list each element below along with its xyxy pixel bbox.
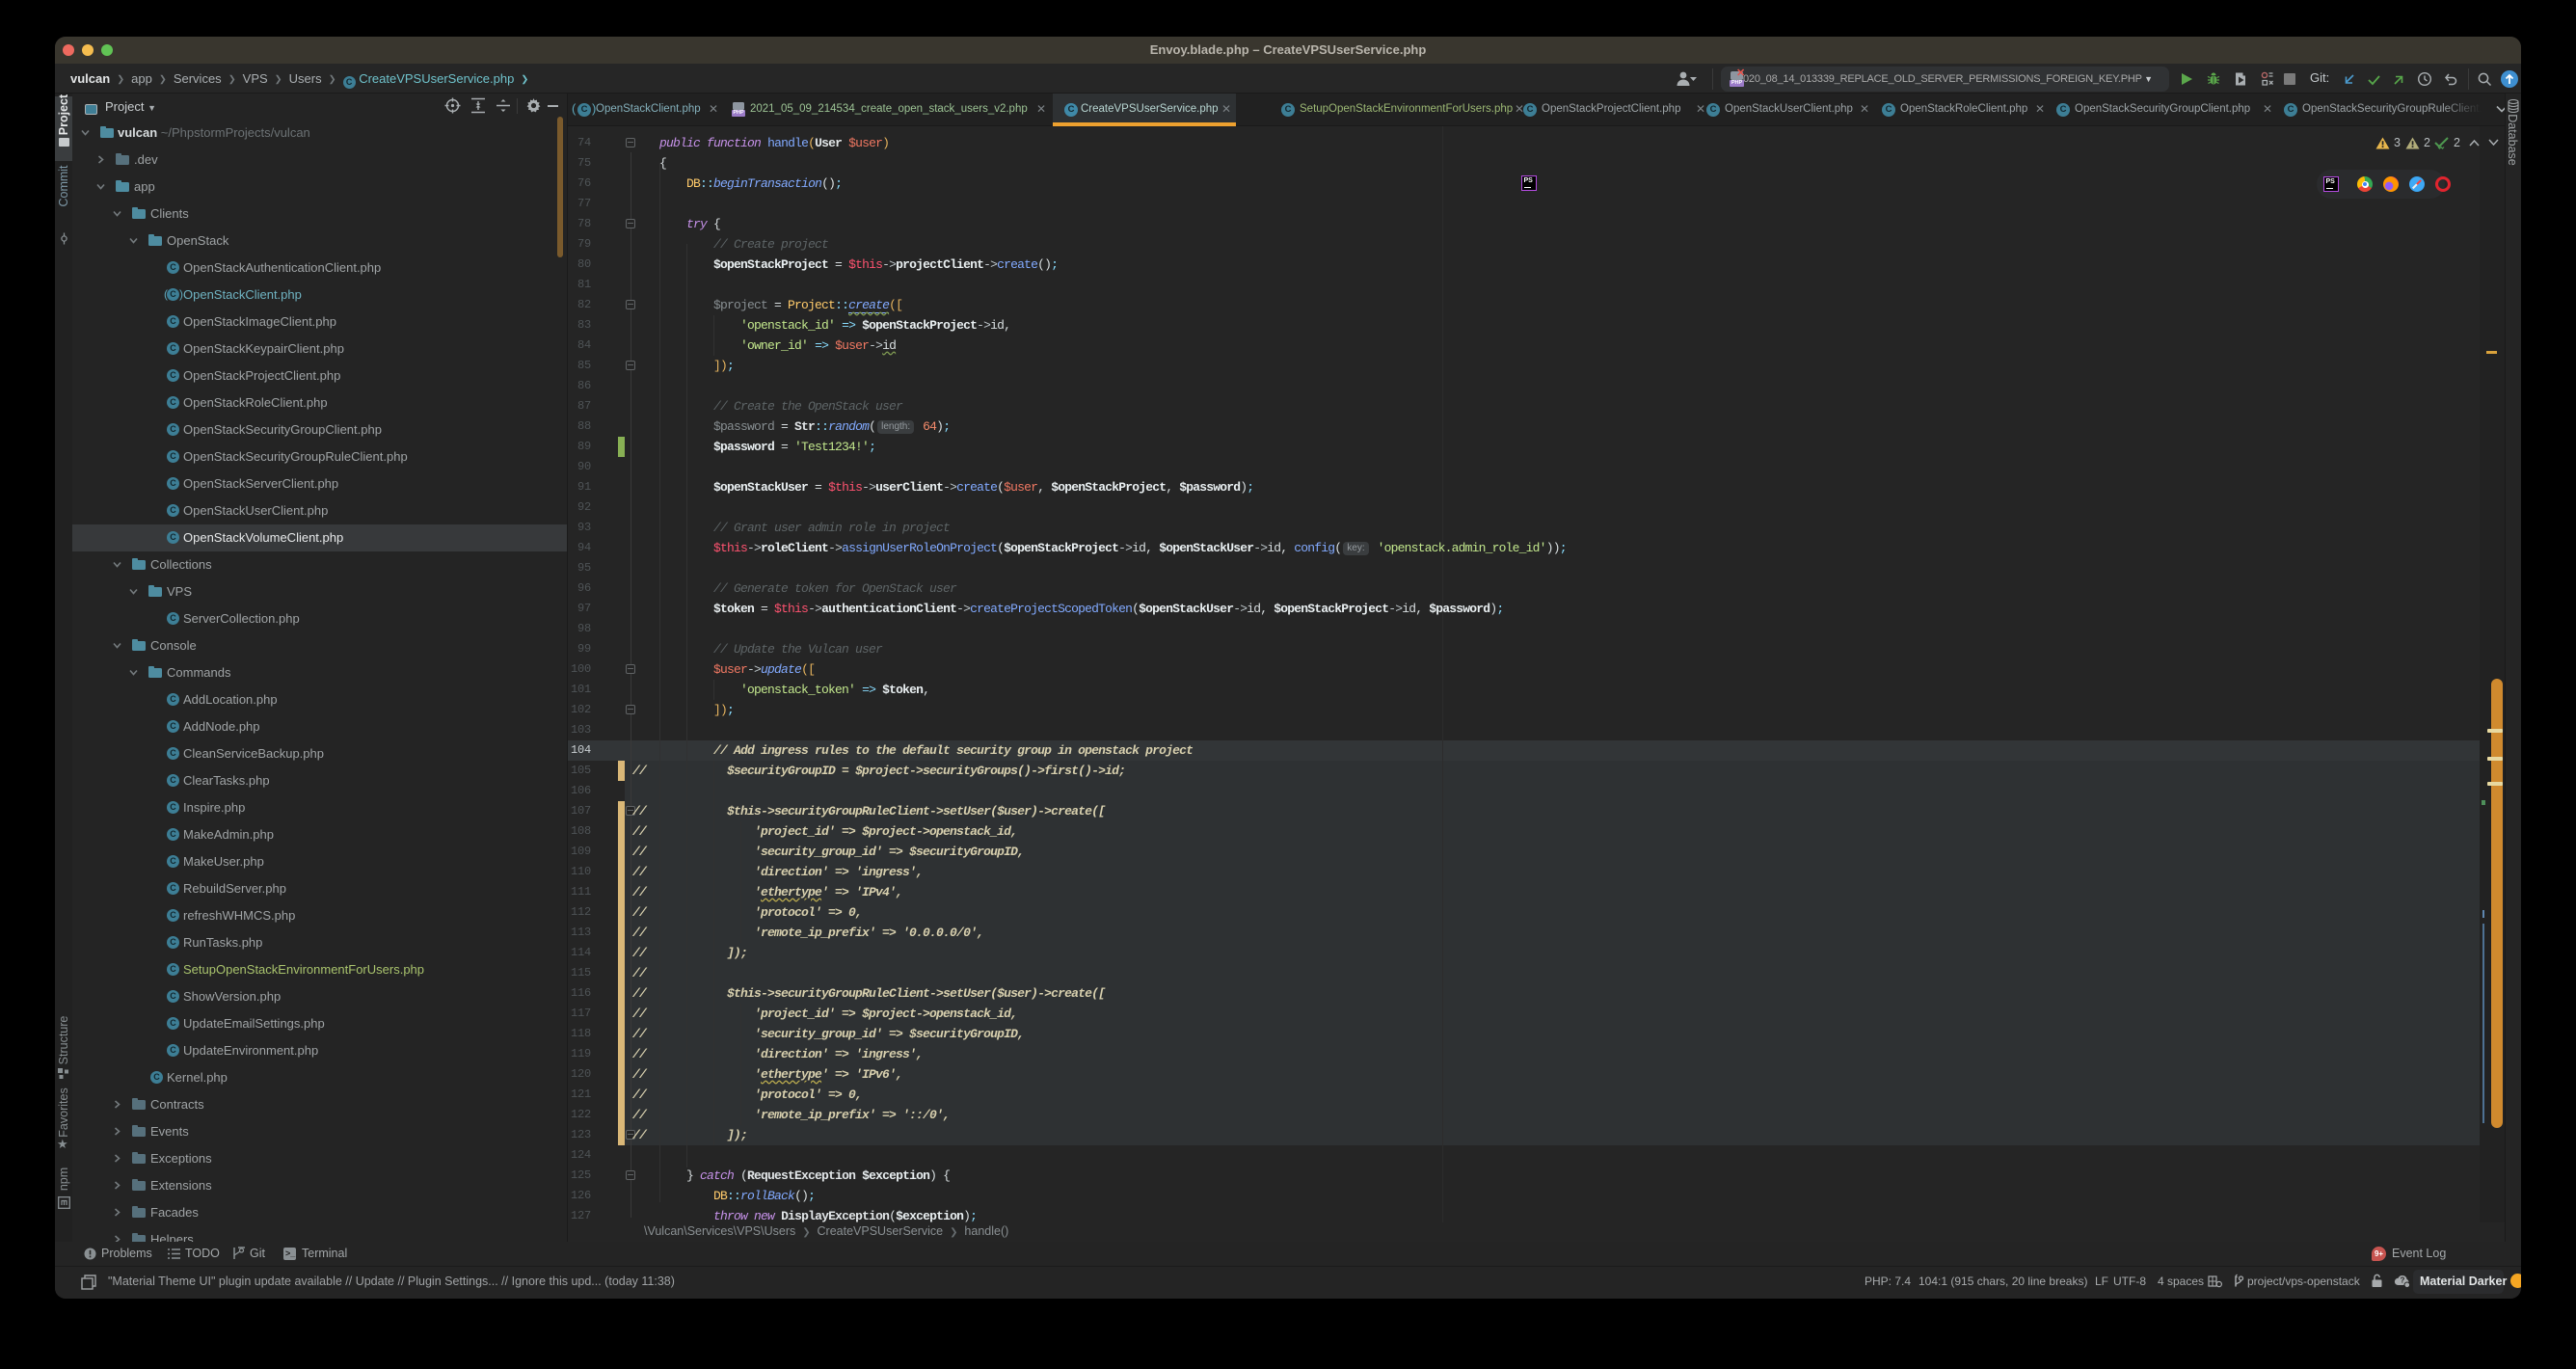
svg-text:?: ? <box>2401 1276 2405 1285</box>
